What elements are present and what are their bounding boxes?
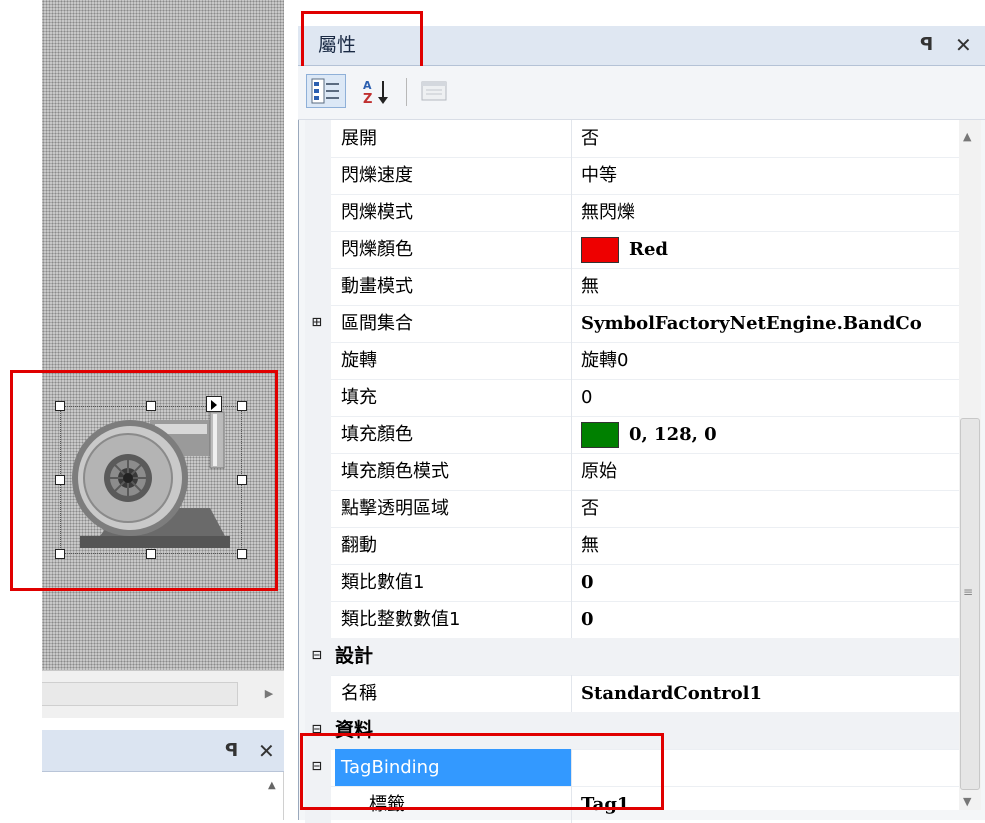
property-name: 展開 [341, 128, 377, 149]
scroll-grip-icon: ≡ [963, 585, 974, 599]
property-pages-button [414, 74, 454, 108]
property-row[interactable]: 點擊透明區域 否 [305, 490, 959, 528]
property-value[interactable]: 無 [581, 527, 957, 564]
hscroll-right-arrow-icon[interactable]: ▶ [262, 684, 276, 704]
property-name: 填充顏色 [341, 424, 413, 445]
property-row[interactable]: 閃爍速度 中等 [305, 157, 959, 195]
property-value[interactable]: 中等 [581, 157, 957, 194]
property-name: 類比數值1 [341, 572, 425, 593]
property-value[interactable]: Red [581, 231, 957, 268]
collapse-icon[interactable]: ⊟ [309, 647, 325, 663]
property-value[interactable]: 0 [581, 601, 957, 638]
expand-icon[interactable]: ⊞ [309, 314, 325, 330]
property-name: 動畫模式 [341, 276, 413, 297]
property-row[interactable]: 展開 否 [305, 120, 959, 158]
property-value[interactable]: 無閃爍 [581, 194, 957, 231]
property-row[interactable]: 旋轉 旋轉0 [305, 342, 959, 380]
properties-toolbar [298, 66, 985, 120]
properties-close-icon[interactable]: ✕ [955, 30, 972, 60]
property-row[interactable]: 類比整數數值1 0 [305, 601, 959, 639]
property-row[interactable]: 填充顏色模式 原始 [305, 453, 959, 491]
property-name: 閃爍速度 [341, 165, 413, 186]
property-name: 閃爍模式 [341, 202, 413, 223]
color-swatch-green [581, 422, 619, 448]
property-value[interactable]: 0, 128, 0 [581, 416, 957, 453]
property-row[interactable]: ⊞ 區間集合 SymbolFactoryNetEngine.BandCo [305, 305, 959, 343]
color-value-text: 0, 128, 0 [629, 424, 717, 445]
property-name: 閃爍顏色 [341, 239, 413, 260]
property-value[interactable]: SymbolFactoryNetEngine.BandCo [581, 305, 957, 342]
property-row[interactable]: 填充 0 [305, 379, 959, 417]
lower-panel-header [42, 730, 284, 772]
scroll-up-arrow-icon[interactable]: ▲ [963, 130, 971, 143]
sort-az-icon: A Z [363, 79, 388, 107]
property-name: 區間集合 [341, 313, 413, 334]
property-name: 名稱 [341, 683, 377, 704]
hscroll-thumb[interactable] [42, 682, 238, 706]
property-name: 類比整數數值1 [341, 609, 461, 630]
property-value[interactable]: 旋轉0 [581, 342, 957, 379]
property-name: 點擊透明區域 [341, 498, 449, 519]
color-value-text: Red [629, 239, 668, 260]
category-design[interactable]: ⊟ 設計 [305, 638, 959, 676]
scroll-down-arrow-icon[interactable]: ▼ [963, 795, 971, 808]
property-pages-icon [421, 81, 447, 101]
property-value[interactable]: 原始 [581, 453, 957, 490]
toolbar-separator [406, 78, 407, 106]
svg-text:A: A [363, 79, 372, 92]
property-value[interactable]: StandardControl1 [581, 675, 957, 712]
property-row[interactable]: 類比數值1 0 [305, 564, 959, 602]
svg-text:Z: Z [363, 92, 372, 107]
vscroll-thumb[interactable] [960, 418, 980, 790]
property-name: 填充 [341, 387, 377, 408]
property-value[interactable]: 否 [581, 490, 957, 527]
categorized-view-icon [311, 78, 339, 104]
alphabetical-view-button[interactable]: A Z [356, 74, 396, 108]
lower-panel-scroll-up-icon[interactable]: ▲ [268, 780, 276, 791]
highlight-box-pump [10, 370, 278, 591]
color-swatch-red [581, 237, 619, 263]
property-value[interactable]: 否 [581, 120, 957, 157]
property-name: 翻動 [341, 535, 377, 556]
categorized-view-button[interactable] [306, 74, 346, 108]
property-name: 旋轉 [341, 350, 377, 371]
property-row[interactable]: 動畫模式 無 [305, 268, 959, 306]
property-row[interactable]: 閃爍顏色 Red [305, 231, 959, 269]
lower-panel-pin-icon[interactable]: ꟼ [225, 736, 238, 766]
properties-pin-icon[interactable]: ꟼ [920, 30, 933, 60]
property-row[interactable]: 名稱 StandardControl1 [305, 675, 959, 713]
property-name: 填充顏色模式 [341, 461, 449, 482]
property-grid: 展開 否 閃爍速度 中等 閃爍模式 無閃爍 閃爍顏色 Red 動畫模式 無 ⊞ … [305, 120, 959, 823]
property-value[interactable]: 0 [581, 564, 957, 601]
property-row[interactable]: 翻動 無 [305, 527, 959, 565]
lower-panel-body [42, 772, 284, 820]
property-row[interactable]: 閃爍模式 無閃爍 [305, 194, 959, 232]
lower-panel-close-icon[interactable]: ✕ [258, 736, 275, 766]
property-row[interactable]: 填充顏色 0, 128, 0 [305, 416, 959, 454]
property-value[interactable]: 0 [581, 379, 957, 416]
property-value[interactable]: 無 [581, 268, 957, 305]
highlight-box-tagbinding [300, 733, 664, 810]
category-name: 設計 [335, 645, 374, 667]
